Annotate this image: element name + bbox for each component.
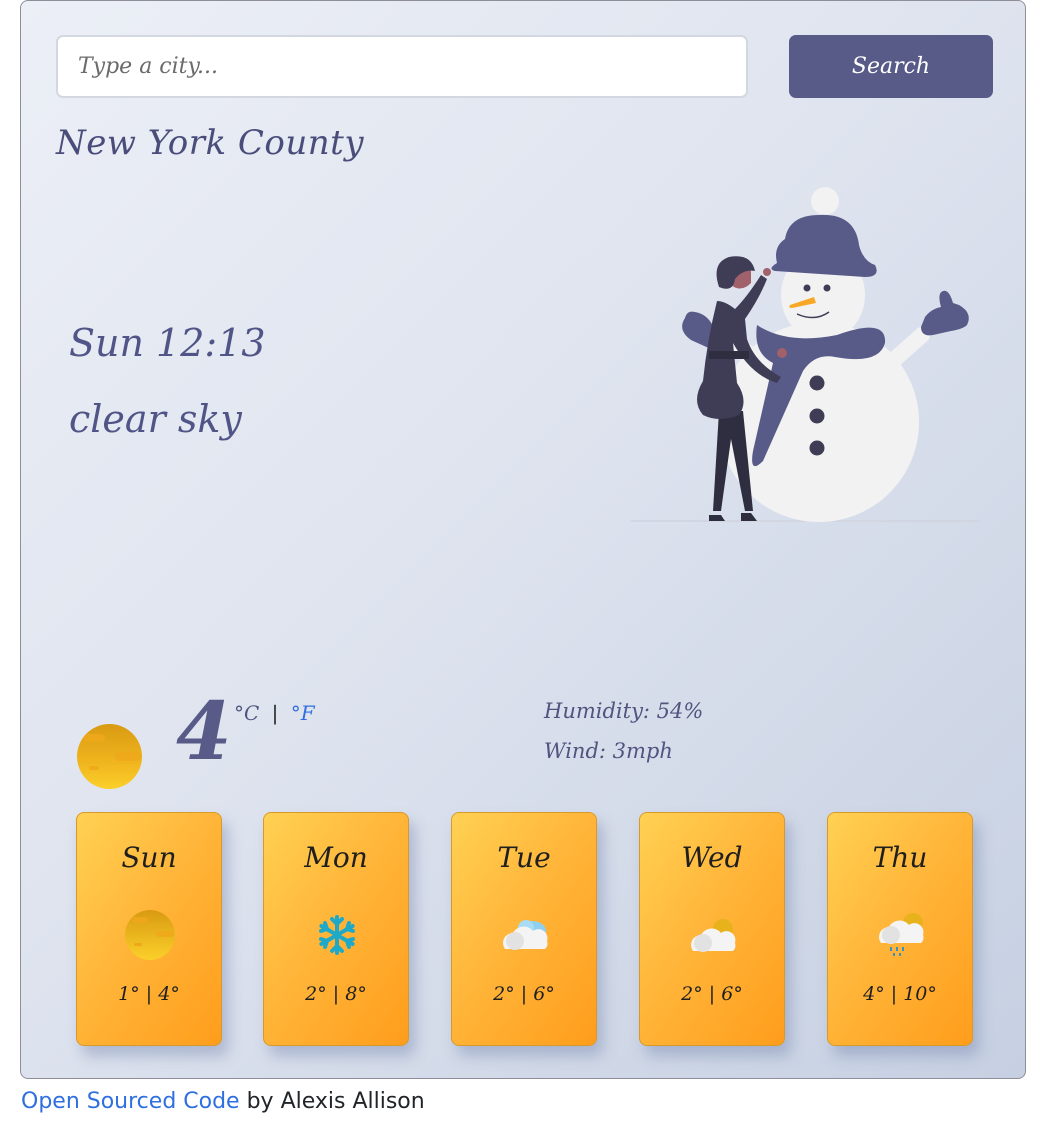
forecast-range: 2° | 8° xyxy=(305,983,367,1005)
forecast-day: Sun xyxy=(121,841,177,874)
forecast-card: Thu 4° | 10° xyxy=(827,812,973,1046)
unit-separator: | xyxy=(271,701,279,725)
weather-details: Humidity: 54% Wind: 3mph xyxy=(544,699,703,779)
forecast-day: Wed xyxy=(681,841,743,874)
footer: Open Sourced Code by Alexis Allison xyxy=(21,1089,425,1114)
celsius-link[interactable]: °C xyxy=(234,701,259,725)
forecast: Sun 1° | 4° Mon 2° | 8° Tue 2° | 6° Wed … xyxy=(76,812,976,1047)
hat-pompom xyxy=(811,187,839,215)
forecast-day: Thu xyxy=(872,841,928,874)
forecast-range: 2° | 6° xyxy=(493,983,555,1005)
snowflake-icon xyxy=(319,915,355,955)
forecast-range: 1° | 4° xyxy=(118,983,180,1005)
forecast-day: Tue xyxy=(497,841,551,874)
partly-cloudy-icon xyxy=(691,919,736,952)
cloudy-icon xyxy=(503,920,548,950)
forecast-range: 4° | 10° xyxy=(863,983,937,1005)
forecast-card: Mon 2° | 8° xyxy=(263,812,409,1046)
current-datetime: Sun 12:13 xyxy=(69,321,266,365)
forecast-card: Sun 1° | 4° xyxy=(76,812,222,1046)
weather-app: Search New York County Sun 12:13 clear s… xyxy=(20,0,1026,1079)
sun-icon xyxy=(125,910,175,960)
weather-description: clear sky xyxy=(69,397,242,441)
wind: Wind: 3mph xyxy=(544,739,673,763)
right-mitten-icon xyxy=(921,290,969,336)
city-search-input[interactable] xyxy=(56,35,748,98)
rain-sun-icon xyxy=(879,913,924,956)
humidity: Humidity: 54% xyxy=(544,699,704,723)
fahrenheit-link[interactable]: °F xyxy=(291,701,315,725)
author-credit: by Alexis Allison xyxy=(239,1089,425,1114)
open-source-link[interactable]: Open Sourced Code xyxy=(21,1089,240,1114)
current-temperature: 4 xyxy=(176,684,232,778)
forecast-range: 2° | 6° xyxy=(681,983,743,1005)
forecast-card: Wed 2° | 6° xyxy=(639,812,785,1046)
hat xyxy=(771,214,877,277)
city-name: New York County xyxy=(56,123,365,163)
snowman-illustration xyxy=(631,187,979,522)
sun-icon xyxy=(77,724,142,789)
search-button[interactable]: Search xyxy=(789,35,993,98)
unit-toggle: °C | °F xyxy=(234,701,315,725)
forecast-card: Tue 2° | 6° xyxy=(451,812,597,1046)
forecast-day: Mon xyxy=(304,841,368,874)
